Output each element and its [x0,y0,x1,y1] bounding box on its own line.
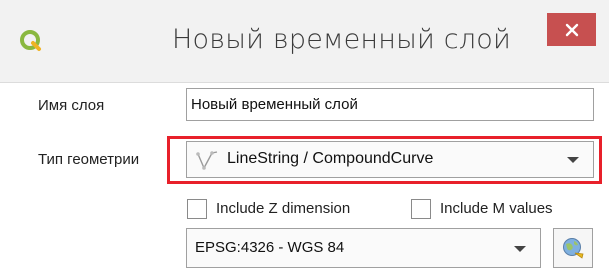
new-temporary-layer-dialog: Новый временный слой Имя слоя Новый врем… [0,0,609,278]
close-icon [565,23,578,36]
include-m-checkbox[interactable] [411,199,431,219]
layer-name-label: Имя слоя [38,97,105,114]
include-z-label: Include Z dimension [216,200,351,217]
window-title: Новый временный слой [172,24,511,55]
chevron-down-icon [514,246,526,252]
include-z-checkbox[interactable] [187,199,207,219]
crs-value: EPSG:4326 - WGS 84 [195,239,345,256]
crs-combo[interactable]: EPSG:4326 - WGS 84 [186,228,541,268]
select-crs-button[interactable] [553,228,593,268]
title-bar: Новый временный слой [0,0,609,83]
geometry-type-label: Тип геометрии [38,151,140,168]
qgis-logo-icon [20,30,41,51]
include-m-label: Include M values [440,200,553,217]
close-button[interactable] [547,13,596,46]
globe-crs-icon [563,238,584,259]
annotation-highlight-box [167,136,602,184]
layer-name-input[interactable]: Новый временный слой [186,88,594,121]
